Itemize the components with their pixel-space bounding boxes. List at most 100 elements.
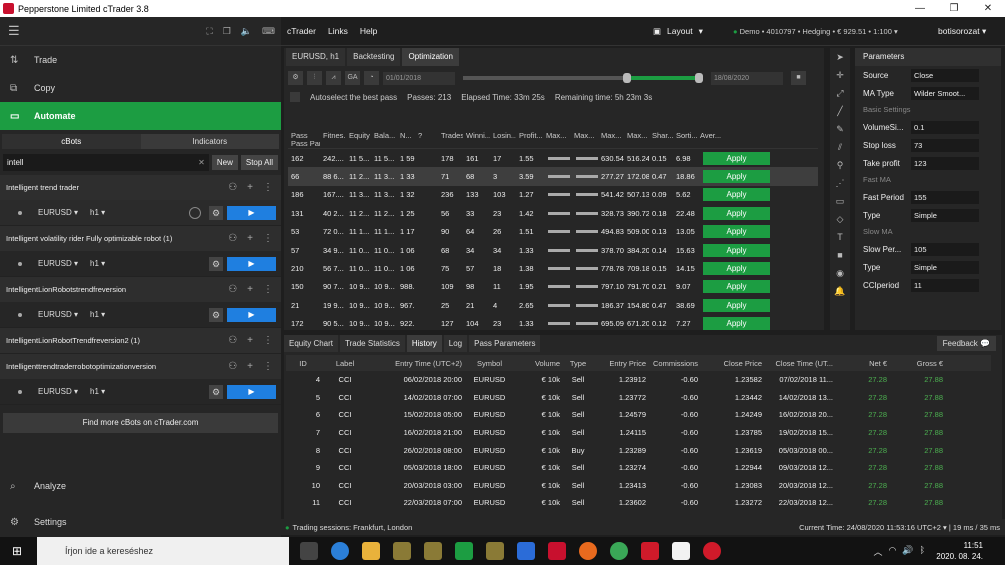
chart-icon[interactable]: ⩘ xyxy=(326,71,341,85)
column-header[interactable]: Pass Parameters xyxy=(288,139,320,148)
cbot-instance[interactable]: EURUSD ▾ h1 ▾ ⚙ ▶ xyxy=(0,302,281,327)
column-header[interactable]: Max... xyxy=(598,131,624,140)
tab-cbots[interactable]: cBots xyxy=(2,134,141,149)
param-value-field[interactable]: 73 xyxy=(911,138,979,152)
cbot-header[interactable]: Intelligenttrendtraderrobotoptimizationv… xyxy=(0,354,281,379)
volume-icon[interactable]: 🔊 xyxy=(902,545,913,558)
param-value-field[interactable]: Wilder Smoot... xyxy=(911,86,979,100)
column-header[interactable]: Trades xyxy=(438,131,463,140)
column-header[interactable]: Net € xyxy=(835,359,889,368)
cbot-instance[interactable]: EURUSD ▾ h1 ▾ ⚙ ▶ xyxy=(0,251,281,276)
table-row[interactable]: 7 CCI 16/02/2018 21:00 EURUSD € 10k Sell 1.241… xyxy=(286,424,991,442)
tab-equity-chart[interactable]: Equity Chart xyxy=(284,335,339,352)
more-icon[interactable]: ⋮ xyxy=(263,335,273,346)
cbot-header[interactable]: Intelligent volatility rider Fully optim… xyxy=(0,226,281,251)
column-header[interactable]: Gross € xyxy=(889,359,945,368)
network-icon[interactable]: ◠ xyxy=(889,545,897,558)
add-instance-icon[interactable]: + xyxy=(247,182,253,193)
app-icon[interactable] xyxy=(424,542,442,560)
column-header[interactable]: Entry Time (UTC+2) xyxy=(370,359,464,368)
taskbar-search-input[interactable]: Írjon ide a kereséshez xyxy=(37,537,289,565)
instance-symbol[interactable]: EURUSD ▾ xyxy=(38,208,78,217)
instance-symbol[interactable]: EURUSD ▾ xyxy=(38,259,78,268)
feedback-button[interactable]: Feedback 💬 xyxy=(936,336,996,351)
menu-help[interactable]: Help xyxy=(360,26,377,36)
tab-log[interactable]: Log xyxy=(443,335,468,352)
app-icon[interactable] xyxy=(641,542,659,560)
add-instance-icon[interactable]: + xyxy=(247,233,253,244)
apply-button[interactable]: Apply xyxy=(703,298,770,312)
param-value-field[interactable]: 0.1 xyxy=(911,120,979,134)
more-icon[interactable]: ⋮ xyxy=(263,361,273,372)
table-row[interactable]: 172 90 5... 10 9... 10 9... 922.77 127 104 23 1.… xyxy=(288,315,818,333)
apply-button[interactable]: Apply xyxy=(703,280,770,294)
table-row[interactable]: 4 CCI 06/02/2018 20:00 EURUSD € 10k Sell 1.239… xyxy=(286,371,991,389)
column-header[interactable]: Sorti... xyxy=(673,131,697,140)
hamburger-icon[interactable]: ☰ xyxy=(8,23,20,39)
table-row[interactable]: 8 CCI 26/02/2018 08:00 EURUSD € 10k Buy 1.2328… xyxy=(286,441,991,459)
autoselect-checkbox[interactable] xyxy=(290,92,300,102)
table-row[interactable]: 66 88 6... 11 2... 11 3... 1 33... 71 68 3 3.59 2… xyxy=(288,167,818,186)
shapes-icon[interactable]: ◇ xyxy=(830,210,850,228)
column-header[interactable]: Max... xyxy=(543,131,571,140)
taskbar-clock[interactable]: 11:51 2020. 08. 24. xyxy=(936,540,983,562)
zoom-icon[interactable]: ⤢ xyxy=(830,84,850,102)
nav-analyze[interactable]: ⌕ Analyze xyxy=(0,472,281,500)
column-header[interactable]: Symbol xyxy=(464,359,517,368)
apply-button[interactable]: Apply xyxy=(703,151,770,165)
table-row[interactable]: 10 CCI 20/03/2018 03:00 EURUSD € 10k Sell 1.23… xyxy=(286,477,991,495)
apply-button[interactable]: Apply xyxy=(703,206,770,220)
column-header[interactable]: N... xyxy=(397,131,415,140)
column-header[interactable]: Aver... xyxy=(697,131,773,140)
param-value-field[interactable]: 11 xyxy=(911,278,979,292)
bluetooth-icon[interactable]: ᛒ xyxy=(920,545,925,558)
add-instance-icon[interactable]: + xyxy=(247,284,253,295)
tab-indicators[interactable]: Indicators xyxy=(140,134,279,149)
system-tray[interactable]: ︿ ◠ 🔊 ᛒ xyxy=(874,545,926,558)
column-header[interactable]: Equity xyxy=(346,131,371,140)
column-header[interactable]: ? xyxy=(415,131,438,140)
nav-settings[interactable]: ⚙ Settings xyxy=(0,508,281,536)
cbot-search-input[interactable]: intell ✕ xyxy=(3,153,209,171)
column-header[interactable]: Close Time (UT... xyxy=(764,359,835,368)
instance-symbol[interactable]: EURUSD ▾ xyxy=(38,310,78,319)
cbot-header[interactable]: Intelligent trend trader ⚇ + ⋮ xyxy=(0,175,281,200)
user-menu[interactable]: botisorozat ▾ xyxy=(938,26,986,37)
file-explorer-icon[interactable] xyxy=(362,542,380,560)
cbot-instance[interactable]: EURUSD ▾ h1 ▾ ⚙ ▶ xyxy=(0,200,281,225)
cbot-header[interactable]: IntelligentLionRobotTrendfreversion2 (1)… xyxy=(0,328,281,353)
menu-ctrader[interactable]: cTrader xyxy=(287,26,316,36)
find-more-cbots-button[interactable]: Find more cBots on cTrader.com xyxy=(3,413,278,433)
account-selector[interactable]: ● Demo • 4010797 • Hedging • € 929.51 • … xyxy=(733,27,898,36)
play-button[interactable]: ▶ xyxy=(227,384,276,399)
nav-trade[interactable]: ⇅ Trade xyxy=(0,46,281,74)
param-value-field[interactable]: 123 xyxy=(911,156,979,170)
gear-icon[interactable]: ⚙ xyxy=(209,205,223,220)
column-header[interactable]: Label xyxy=(322,359,370,368)
play-button[interactable]: ▶ xyxy=(227,307,276,322)
table-row[interactable]: 5 CCI 14/02/2018 07:00 EURUSD € 10k Sell 1.237… xyxy=(286,389,991,407)
column-header[interactable]: Max... xyxy=(571,131,598,140)
close-button[interactable]: ✕ xyxy=(971,0,1005,17)
pin-icon[interactable]: ⚲ xyxy=(830,156,850,174)
table-row[interactable]: 57 34 9... 11 0... 11 0... 1 06... 68 34 34 1.33… xyxy=(288,241,818,259)
instance-symbol[interactable]: EURUSD ▾ xyxy=(38,387,78,396)
play-button[interactable]: ▶ xyxy=(227,205,276,220)
task-view-icon[interactable] xyxy=(300,542,318,560)
column-header[interactable]: Close Price xyxy=(700,359,764,368)
column-header[interactable]: Entry Price xyxy=(596,359,648,368)
gear-icon[interactable]: ⚙ xyxy=(209,384,223,399)
fullscreen-icon[interactable]: ⛶ xyxy=(206,26,212,37)
apply-button[interactable]: Apply xyxy=(703,188,770,202)
bell-icon[interactable]: 🔔 xyxy=(830,282,850,300)
app-icon[interactable] xyxy=(393,542,411,560)
slider-handle-start[interactable] xyxy=(623,73,631,83)
instance-timeframe[interactable]: h1 ▾ xyxy=(90,208,105,217)
more-icon[interactable]: ⋮ xyxy=(263,284,273,295)
stop-button[interactable]: ■ xyxy=(791,71,806,85)
tab-chart[interactable]: EURUSD, h1 xyxy=(286,48,346,66)
table-row[interactable]: 210 56 7... 11 0... 11 0... 1 06... 75 57 18 1.3… xyxy=(288,259,818,277)
chrome-icon[interactable] xyxy=(610,542,628,560)
column-header[interactable]: Losin... xyxy=(490,131,516,140)
opera-icon[interactable] xyxy=(703,542,721,560)
